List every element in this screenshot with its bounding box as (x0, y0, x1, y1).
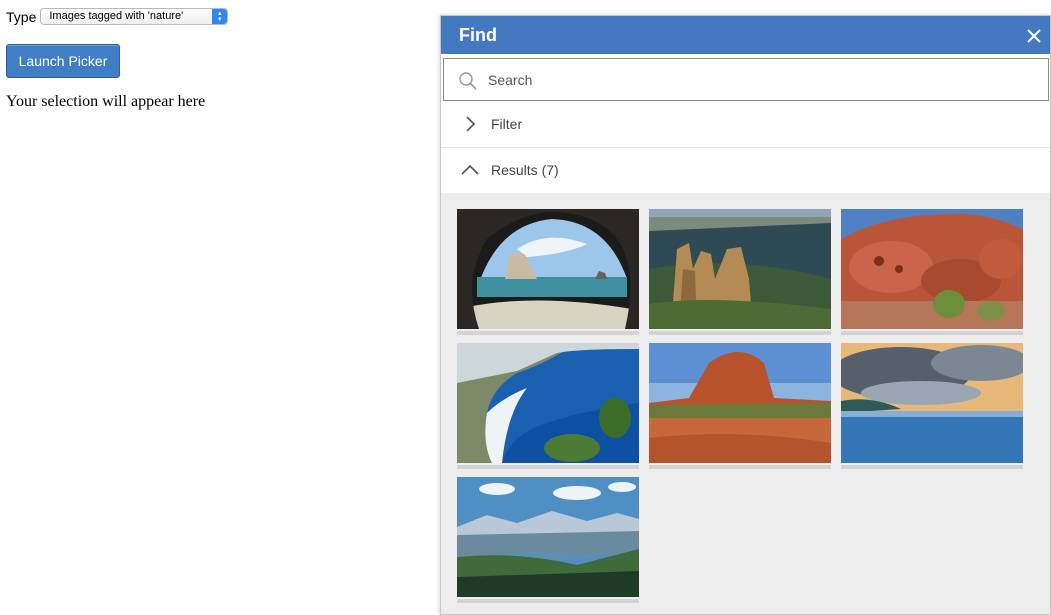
type-label: Type (6, 8, 37, 25)
filter-label: Filter (491, 116, 523, 132)
results-toggle[interactable]: Results (7) (441, 148, 1050, 194)
type-select[interactable]: Images tagged with 'nature' ▲ ▼ (40, 8, 229, 25)
result-thumbnail[interactable] (841, 209, 1023, 335)
sea-cave-image (457, 209, 639, 329)
close-icon[interactable] (1024, 26, 1044, 46)
mountain-lake-image (457, 477, 639, 597)
result-thumbnail[interactable] (457, 209, 639, 335)
launch-picker-button[interactable]: Launch Picker (6, 44, 120, 78)
search-input[interactable] (488, 70, 1028, 90)
select-arrows-icon: ▲ ▼ (212, 9, 228, 24)
chevron-right-icon (466, 116, 476, 132)
ocean-clouds-image (841, 343, 1023, 463)
search-box (443, 58, 1049, 101)
red-boulders-image (841, 209, 1023, 329)
type-select-value: Images tagged with 'nature' (49, 10, 184, 22)
chevron-up-icon (461, 164, 479, 175)
result-thumbnail[interactable] (457, 343, 639, 469)
filter-toggle[interactable]: Filter (441, 102, 1050, 148)
results-grid (441, 193, 1050, 614)
results-label: Results (7) (491, 162, 559, 178)
dialog-header: Find (441, 16, 1050, 54)
blue-bay-image (457, 343, 639, 463)
selection-placeholder-text: Your selection will appear here (6, 93, 206, 110)
type-row: Type Images tagged with 'nature' ▲ ▼ (6, 8, 229, 25)
result-thumbnail[interactable] (457, 477, 639, 603)
search-icon (459, 72, 477, 90)
result-thumbnail[interactable] (649, 209, 831, 335)
dialog-title: Find (459, 25, 497, 45)
red-dome-image (649, 343, 831, 463)
result-thumbnail[interactable] (649, 343, 831, 469)
rock-pinnacles-image (649, 209, 831, 329)
result-thumbnail[interactable] (841, 343, 1023, 469)
find-dialog: Find Filter Results (7) (440, 15, 1051, 615)
